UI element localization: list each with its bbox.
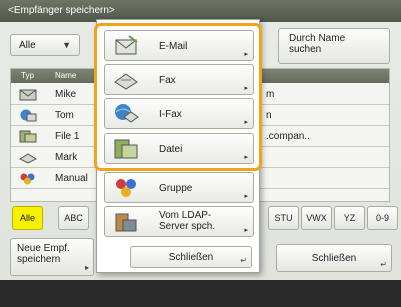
row-extra: n — [266, 110, 272, 121]
close-button-label: Schließen — [311, 253, 357, 264]
bottom-bar — [0, 280, 401, 307]
row-extra: m — [266, 89, 275, 100]
email-icon — [19, 89, 37, 101]
column-header-name: Name — [55, 71, 77, 80]
filter-select[interactable]: Alle ▼ — [10, 34, 80, 56]
arrow-icon: ▸ — [244, 51, 248, 58]
email-icon — [115, 35, 138, 55]
arrow-icon: ▸ — [244, 154, 248, 161]
new-recipient-line2: speichern — [17, 254, 61, 265]
screen: <Empfänger speichern> Alle ▼ Durch Name … — [0, 0, 401, 280]
menu-item-label: E-Mail — [159, 41, 188, 52]
tab-alle[interactable]: Alle — [12, 206, 43, 230]
chevron-down-icon: ▼ — [62, 40, 71, 50]
row-name: File 1 — [55, 131, 80, 142]
return-arrow-icon: ↵ — [240, 256, 247, 265]
tab-yz[interactable]: YZ — [334, 206, 365, 230]
group-icon — [116, 179, 136, 197]
row-name: Manual — [55, 173, 88, 184]
menu-item-ifax[interactable]: I-Fax ▸ — [104, 98, 254, 129]
return-arrow-icon: ↵ — [380, 260, 387, 269]
fax-icon — [19, 153, 37, 164]
ifax-icon — [20, 109, 37, 122]
new-recipient-button[interactable]: Neue Empf. speichern ▸ — [10, 238, 94, 276]
close-button[interactable]: Schließen ↵ — [276, 244, 392, 272]
filter-select-value: Alle — [19, 40, 36, 51]
row-name: Tom — [55, 110, 74, 121]
popup-close-button[interactable]: Schließen ↵ — [130, 246, 252, 268]
tab-0-9[interactable]: 0-9 — [367, 206, 398, 230]
arrow-icon: ▸ — [244, 119, 248, 126]
popup-close-label: Schließen — [168, 252, 214, 263]
tab-vwx[interactable]: VWX — [301, 206, 332, 230]
ldap-label-line1: Vom LDAP- — [159, 210, 212, 221]
new-recipient-line1: Neue Empf. — [17, 243, 70, 254]
search-button-line1: Durch Name — [289, 33, 346, 44]
ifax-icon — [115, 104, 139, 123]
file-icon — [19, 130, 37, 143]
menu-item-label: Gruppe — [159, 183, 193, 194]
menu-item-label: Datei — [159, 144, 183, 155]
search-by-name-button[interactable]: Durch Name suchen — [278, 28, 390, 64]
menu-item-file[interactable]: Datei ▸ — [104, 133, 254, 164]
ldap-label-line2: Server spch. — [159, 221, 216, 232]
menu-item-label: I-Fax — [159, 109, 182, 120]
search-button-line2: suchen — [289, 44, 322, 55]
arrow-icon: ▸ — [244, 85, 248, 92]
menu-item-group[interactable]: Gruppe ▸ — [104, 172, 254, 203]
column-header-type: Typ — [21, 71, 34, 80]
menu-item-fax[interactable]: Fax ▸ — [104, 64, 254, 95]
menu-item-ldap[interactable]: Vom LDAP- Server spch. ▸ — [104, 206, 254, 237]
tab-abc[interactable]: ABC — [58, 206, 89, 230]
corner-arrow-icon: ▸ — [84, 263, 89, 272]
arrow-icon: ▸ — [244, 193, 248, 200]
group-icon — [20, 173, 35, 185]
ldap-server-icon — [115, 213, 137, 232]
menu-item-label: Fax — [159, 75, 176, 86]
row-name: Mike — [55, 89, 77, 100]
row-name: Mark — [55, 152, 78, 163]
arrow-icon: ▸ — [244, 227, 248, 234]
menu-item-email[interactable]: E-Mail ▸ — [104, 30, 254, 61]
tab-stu[interactable]: STU — [268, 206, 299, 230]
row-extra: .compan.. — [266, 131, 310, 142]
file-icon — [114, 139, 138, 159]
menu-item-label: Vom LDAP- Server spch. — [159, 210, 215, 232]
fax-icon — [114, 73, 138, 90]
